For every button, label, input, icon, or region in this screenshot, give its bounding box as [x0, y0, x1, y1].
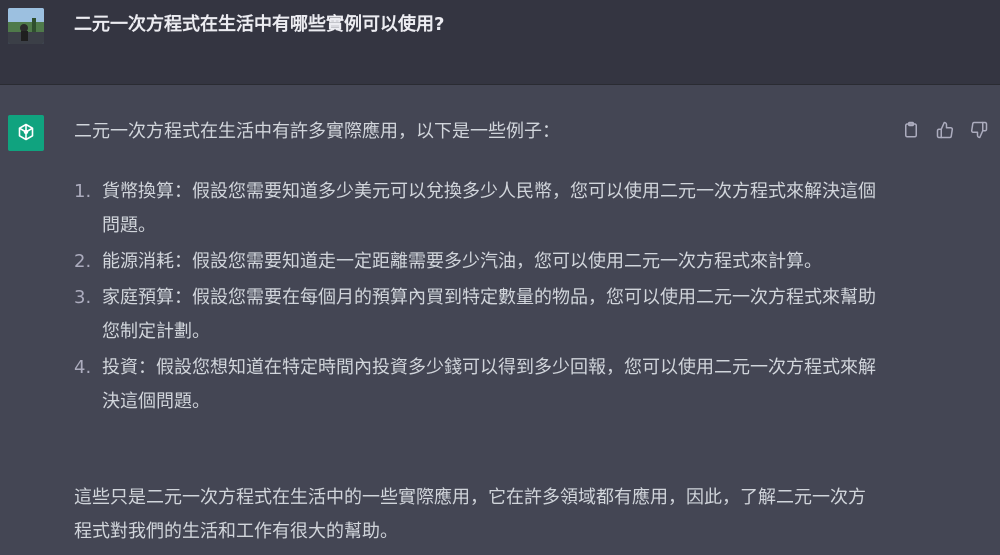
message-actions: [900, 119, 990, 141]
user-avatar: [8, 8, 44, 44]
assistant-message-row: 二元一次方程式在生活中有許多實際應用，以下是一些例子： 1. 貨幣換算：假設您需…: [0, 85, 1000, 555]
thumbs-down-icon: [970, 121, 988, 139]
assistant-outro-text: 這些只是二元一次方程式在生活中的一些實際應用，它在許多領域都有應用，因此，了解二…: [74, 487, 866, 542]
list-item: 1. 貨幣換算：假設您需要知道多少美元可以兌換多少人民幣，您可以使用二元一次方程…: [74, 175, 880, 243]
list-item: 3. 家庭預算：假設您需要在每個月的預算內買到特定數量的物品，您可以使用二元一次…: [74, 281, 880, 349]
assistant-intro-text: 二元一次方程式在生活中有許多實際應用，以下是一些例子：: [74, 121, 560, 142]
thumbs-up-button[interactable]: [934, 119, 956, 141]
list-item: 2. 能源消耗：假設您需要知道走一定距離需要多少汽油，您可以使用二元一次方程式來…: [74, 245, 880, 279]
copy-button[interactable]: [900, 119, 922, 141]
examples-list: 1. 貨幣換算：假設您需要知道多少美元可以兌換多少人民幣，您可以使用二元一次方程…: [74, 175, 880, 421]
list-item-text: 家庭預算：假設您需要在每個月的預算內買到特定數量的物品，您可以使用二元一次方程式…: [102, 287, 876, 342]
list-item-text: 投資：假設您想知道在特定時間內投資多少錢可以得到多少回報，您可以使用二元一次方程…: [102, 357, 876, 412]
thumbs-down-button[interactable]: [968, 119, 990, 141]
openai-logo-icon: [18, 123, 34, 141]
list-item-number: 3.: [74, 287, 92, 308]
list-item-number: 1.: [74, 181, 92, 202]
assistant-avatar: [8, 115, 44, 151]
user-message-text: 二元一次方程式在生活中有哪些實例可以使用?: [74, 14, 445, 35]
list-item-number: 4.: [74, 357, 92, 378]
list-item-text: 能源消耗：假設您需要知道走一定距離需要多少汽油，您可以使用二元一次方程式來計算。: [102, 251, 822, 272]
list-item: 4. 投資：假設您想知道在特定時間內投資多少錢可以得到多少回報，您可以使用二元一…: [74, 351, 880, 419]
user-message-row: 二元一次方程式在生活中有哪些實例可以使用?: [0, 0, 1000, 85]
list-item-text: 貨幣換算：假設您需要知道多少美元可以兌換多少人民幣，您可以使用二元一次方程式來解…: [102, 181, 876, 236]
thumbs-up-icon: [936, 121, 954, 139]
user-avatar-image: [8, 8, 44, 44]
clipboard-icon: [905, 121, 917, 138]
list-item-number: 2.: [74, 251, 92, 272]
